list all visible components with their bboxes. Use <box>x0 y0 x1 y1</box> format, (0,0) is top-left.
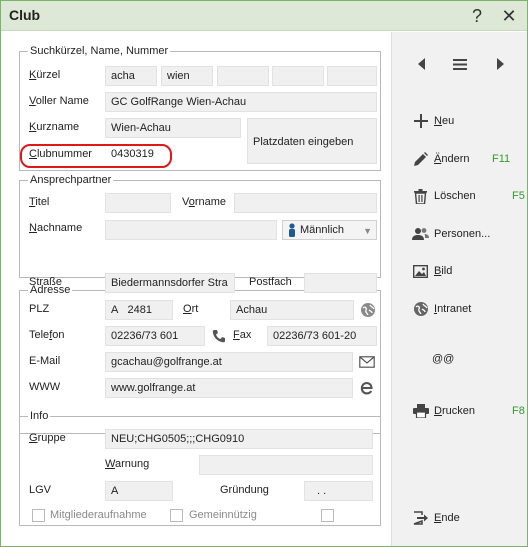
form-area: Suchkürzel, Name, Nummer Kürzel acha wie… <box>1 32 391 546</box>
aendern-label: Ändern <box>434 153 470 165</box>
title-bar: Club ? ✕ <box>1 1 527 31</box>
plz-field[interactable]: A 2481 <box>105 300 173 320</box>
strasse-label: Straße <box>29 276 63 288</box>
www-label: WWW <box>29 381 61 393</box>
kuerzel-label: Kürzel <box>29 69 61 81</box>
action-sidebar: Neu Ändern F11 Löschen F5 Personen... Bi… <box>391 32 527 546</box>
email-label: E-Mail <box>29 355 61 367</box>
section-info-legend: Info <box>28 410 51 423</box>
vollername-field[interactable]: GC GolfRange Wien-Achau <box>105 92 377 112</box>
browser-icon[interactable] <box>357 378 377 398</box>
ende-button[interactable]: Ende <box>412 508 460 528</box>
kuerzel-field-5[interactable] <box>327 66 377 86</box>
club-dialog: Club ? ✕ Suchkürzel, Name, Nummer Kürzel… <box>0 0 528 547</box>
titel-field[interactable] <box>105 193 171 213</box>
menu-icon[interactable] <box>450 54 470 74</box>
atat-label: @@ <box>432 353 455 365</box>
drucken-label: Drucken <box>434 405 475 417</box>
mitglieder-checkbox[interactable] <box>32 509 45 522</box>
window-title: Club <box>9 7 41 23</box>
fax-field[interactable]: 02236/73 601-20 <box>267 326 377 346</box>
gruppe-label: Gruppe <box>29 432 66 444</box>
globe-icon <box>412 301 429 318</box>
section-contact-legend: Ansprechpartner <box>28 174 114 187</box>
gender-value: Männlich <box>300 224 345 236</box>
exit-icon <box>412 510 429 527</box>
gemeinnuetzig-checkbox[interactable] <box>170 509 183 522</box>
kuerzel-field-1[interactable]: acha <box>105 66 157 86</box>
bild-label: Bild <box>434 265 453 277</box>
image-icon <box>412 263 429 280</box>
kurzname-label: Kurzname <box>29 121 80 133</box>
telefon-label: Telefon <box>29 329 65 341</box>
mail-icon[interactable] <box>357 352 377 372</box>
platzdaten-button[interactable]: Platzdaten eingeben <box>247 118 377 164</box>
close-button[interactable]: ✕ <box>497 4 521 28</box>
clubnummer-highlight <box>20 144 172 168</box>
drucken-button[interactable]: Drucken F8 <box>412 401 525 421</box>
plz-label: PLZ <box>29 303 50 315</box>
gruendung-label: Gründung <box>220 484 269 496</box>
aendern-shortcut: F11 <box>492 153 511 165</box>
strasse-field[interactable]: Biedermannsdorfer Stra <box>105 273 235 293</box>
drucken-shortcut: F8 <box>512 405 525 417</box>
intranet-button[interactable]: Intranet <box>412 299 471 319</box>
extra-checkbox[interactable] <box>321 509 334 522</box>
gruppe-field[interactable]: NEU;CHG0505;;;CHG0910 <box>105 429 373 449</box>
atat-button[interactable]: @@ <box>432 349 454 369</box>
plus-icon <box>412 113 429 130</box>
personen-button[interactable]: Personen... <box>412 224 490 244</box>
titel-label: Titel <box>29 196 50 208</box>
nachname-field[interactable] <box>105 220 277 240</box>
warnung-label: Warnung <box>105 458 150 470</box>
person-icon <box>287 223 297 238</box>
kurzname-field[interactable]: Wien-Achau <box>105 118 241 138</box>
trash-icon <box>412 188 429 205</box>
loeschen-label: Löschen <box>434 190 476 202</box>
phone-icon[interactable] <box>209 326 229 346</box>
kuerzel-field-3[interactable] <box>217 66 269 86</box>
ort-label: Ort <box>183 303 199 315</box>
loeschen-button[interactable]: Löschen F5 <box>412 186 525 206</box>
neu-label: Neu <box>434 115 455 127</box>
postfach-field[interactable] <box>304 273 377 293</box>
gruendung-field[interactable]: . . <box>304 481 373 501</box>
globe-icon[interactable] <box>358 300 378 320</box>
warnung-field[interactable] <box>199 455 373 475</box>
personen-label: Personen... <box>434 228 491 240</box>
vorname-label: Vorname <box>182 196 227 208</box>
neu-button[interactable]: Neu <box>412 111 454 131</box>
people-icon <box>412 226 429 243</box>
intranet-label: Intranet <box>434 303 472 315</box>
fax-label: Fax <box>233 329 252 341</box>
kuerzel-field-4[interactable] <box>272 66 324 86</box>
nachname-label: Nachname <box>29 222 83 234</box>
lgv-label: LGV <box>29 484 52 496</box>
loeschen-shortcut: F5 <box>512 190 525 202</box>
ort-field[interactable]: Achau <box>230 300 354 320</box>
chevron-down-icon: ▼ <box>363 226 372 236</box>
pencil-icon <box>412 151 429 168</box>
vollername-label: Voller Name <box>29 95 89 107</box>
help-button[interactable]: ? <box>465 4 489 28</box>
gender-select[interactable]: Männlich ▼ <box>282 220 377 240</box>
aendern-button[interactable]: Ändern F11 <box>412 149 510 169</box>
printer-icon <box>412 403 429 420</box>
lgv-field[interactable]: A <box>105 481 173 501</box>
www-field[interactable]: www.golfrange.at <box>105 378 353 398</box>
section-identification-legend: Suchkürzel, Name, Nummer <box>28 45 171 58</box>
telefon-field[interactable]: 02236/73 601 <box>105 326 205 346</box>
gemeinnuetzig-label: Gemeinnützig <box>189 509 257 521</box>
next-icon[interactable] <box>490 54 510 74</box>
kuerzel-field-2[interactable]: wien <box>161 66 213 86</box>
postfach-label: Postfach <box>249 276 292 288</box>
email-field[interactable]: gcachau@golfrange.at <box>105 352 353 372</box>
previous-icon[interactable] <box>412 54 432 74</box>
bild-button[interactable]: Bild <box>412 261 452 281</box>
vorname-field[interactable] <box>234 193 377 213</box>
ende-label: Ende <box>434 512 460 524</box>
mitglieder-label: Mitgliederaufnahme <box>50 509 147 521</box>
